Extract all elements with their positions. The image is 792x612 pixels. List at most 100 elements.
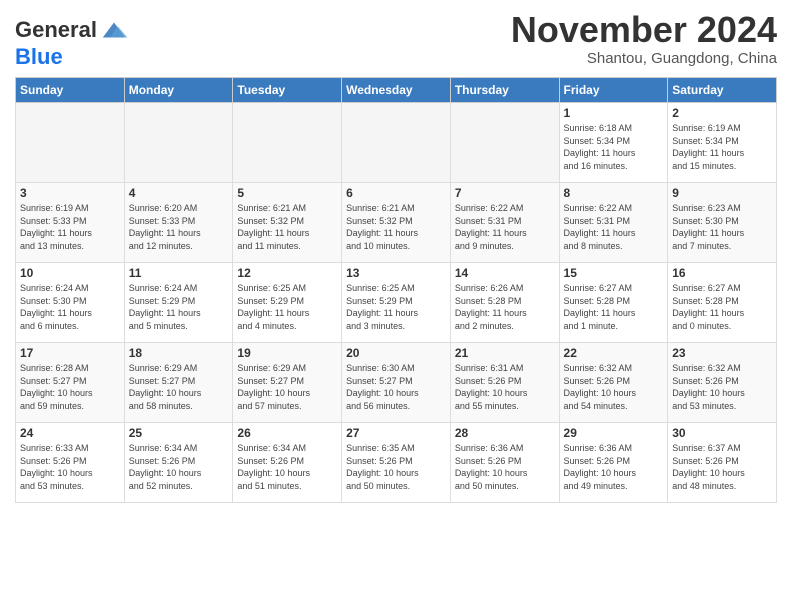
day-info: Sunrise: 6:27 AM Sunset: 5:28 PM Dayligh… [564,282,664,332]
day-number: 29 [564,426,664,440]
day-number: 3 [20,186,120,200]
day-number: 9 [672,186,772,200]
day-number: 14 [455,266,555,280]
calendar-day-cell: 5 Sunrise: 6:21 AM Sunset: 5:32 PM Daylig… [233,183,342,263]
day-info: Sunrise: 6:35 AM Sunset: 5:26 PM Dayligh… [346,442,446,492]
day-number: 27 [346,426,446,440]
calendar-day-cell [16,103,125,183]
calendar-week-row: 10 Sunrise: 6:24 AM Sunset: 5:30 PM Dayli… [16,263,777,343]
day-number: 28 [455,426,555,440]
calendar-week-row: 1 Sunrise: 6:18 AM Sunset: 5:34 PM Daylig… [16,103,777,183]
calendar-day-cell: 29 Sunrise: 6:36 AM Sunset: 5:26 PM Dayli… [559,423,668,503]
calendar-day-cell: 13Sunrise: 6:25 AM Sunset: 5:29 PM Dayli… [342,263,451,343]
day-number: 6 [346,186,446,200]
calendar-day-cell: 10 Sunrise: 6:24 AM Sunset: 5:30 PM Dayli… [16,263,125,343]
calendar-day-cell: 17 Sunrise: 6:28 AM Sunset: 5:27 PM Dayli… [16,343,125,423]
day-number: 12 [237,266,337,280]
calendar-day-cell: 24 Sunrise: 6:33 AM Sunset: 5:26 PM Dayli… [16,423,125,503]
calendar-day-cell [450,103,559,183]
calendar-day-cell: 12Sunrise: 6:25 AM Sunset: 5:29 PM Dayli… [233,263,342,343]
weekday-header: Tuesday [233,78,342,103]
day-number: 1 [564,106,664,120]
day-number: 5 [237,186,337,200]
calendar-day-cell: 9Sunrise: 6:23 AM Sunset: 5:30 PM Daylig… [668,183,777,263]
weekday-header: Friday [559,78,668,103]
day-info: Sunrise: 6:24 AM Sunset: 5:29 PM Dayligh… [129,282,229,332]
day-number: 17 [20,346,120,360]
calendar-day-cell: 14 Sunrise: 6:26 AM Sunset: 5:28 PM Dayli… [450,263,559,343]
day-info: Sunrise: 6:21 AM Sunset: 5:32 PM Dayligh… [237,202,337,252]
calendar-day-cell: 28 Sunrise: 6:36 AM Sunset: 5:26 PM Dayli… [450,423,559,503]
day-info: Sunrise: 6:25 AM Sunset: 5:29 PM Dayligh… [346,282,446,332]
calendar-day-cell: 15 Sunrise: 6:27 AM Sunset: 5:28 PM Dayli… [559,263,668,343]
calendar-day-cell: 26 Sunrise: 6:34 AM Sunset: 5:26 PM Dayli… [233,423,342,503]
day-number: 19 [237,346,337,360]
day-number: 22 [564,346,664,360]
calendar-day-cell: 3 Sunrise: 6:19 AM Sunset: 5:33 PM Daylig… [16,183,125,263]
day-info: Sunrise: 6:20 AM Sunset: 5:33 PM Dayligh… [129,202,229,252]
weekday-header: Wednesday [342,78,451,103]
day-number: 26 [237,426,337,440]
calendar-day-cell [233,103,342,183]
calendar-day-cell: 21Sunrise: 6:31 AM Sunset: 5:26 PM Dayli… [450,343,559,423]
day-info: Sunrise: 6:22 AM Sunset: 5:31 PM Dayligh… [564,202,664,252]
calendar-day-cell: 2 Sunrise: 6:19 AM Sunset: 5:34 PM Daylig… [668,103,777,183]
calendar-day-cell: 1 Sunrise: 6:18 AM Sunset: 5:34 PM Daylig… [559,103,668,183]
calendar-table: SundayMondayTuesdayWednesdayThursdayFrid… [15,77,777,503]
calendar-day-cell: 23 Sunrise: 6:32 AM Sunset: 5:26 PM Dayli… [668,343,777,423]
day-number: 23 [672,346,772,360]
logo: General Blue [15,15,129,69]
day-number: 25 [129,426,229,440]
calendar-day-cell: 20 Sunrise: 6:30 AM Sunset: 5:27 PM Dayli… [342,343,451,423]
calendar-day-cell: 25 Sunrise: 6:34 AM Sunset: 5:26 PM Dayli… [124,423,233,503]
weekday-header-row: SundayMondayTuesdayWednesdayThursdayFrid… [16,78,777,103]
day-info: Sunrise: 6:27 AM Sunset: 5:28 PM Dayligh… [672,282,772,332]
location-subtitle: Shantou, Guangdong, China [511,50,777,67]
day-number: 4 [129,186,229,200]
day-info: Sunrise: 6:34 AM Sunset: 5:26 PM Dayligh… [237,442,337,492]
day-info: Sunrise: 6:36 AM Sunset: 5:26 PM Dayligh… [564,442,664,492]
day-info: Sunrise: 6:19 AM Sunset: 5:34 PM Dayligh… [672,122,772,172]
day-number: 18 [129,346,229,360]
calendar-day-cell [342,103,451,183]
calendar-day-cell: 4 Sunrise: 6:20 AM Sunset: 5:33 PM Daylig… [124,183,233,263]
logo-icon [99,15,129,45]
day-number: 11 [129,266,229,280]
calendar-day-cell: 19Sunrise: 6:29 AM Sunset: 5:27 PM Dayli… [233,343,342,423]
calendar-day-cell: 27 Sunrise: 6:35 AM Sunset: 5:26 PM Dayli… [342,423,451,503]
day-info: Sunrise: 6:37 AM Sunset: 5:26 PM Dayligh… [672,442,772,492]
day-info: Sunrise: 6:26 AM Sunset: 5:28 PM Dayligh… [455,282,555,332]
day-number: 2 [672,106,772,120]
day-number: 16 [672,266,772,280]
day-number: 15 [564,266,664,280]
weekday-header: Monday [124,78,233,103]
day-info: Sunrise: 6:24 AM Sunset: 5:30 PM Dayligh… [20,282,120,332]
month-title: November 2024 [511,10,777,50]
weekday-header: Saturday [668,78,777,103]
weekday-header: Thursday [450,78,559,103]
day-info: Sunrise: 6:22 AM Sunset: 5:31 PM Dayligh… [455,202,555,252]
calendar-day-cell: 7 Sunrise: 6:22 AM Sunset: 5:31 PM Daylig… [450,183,559,263]
calendar-week-row: 24 Sunrise: 6:33 AM Sunset: 5:26 PM Dayli… [16,423,777,503]
day-number: 24 [20,426,120,440]
calendar-day-cell [124,103,233,183]
day-number: 10 [20,266,120,280]
calendar-day-cell: 30Sunrise: 6:37 AM Sunset: 5:26 PM Dayli… [668,423,777,503]
day-number: 20 [346,346,446,360]
day-info: Sunrise: 6:34 AM Sunset: 5:26 PM Dayligh… [129,442,229,492]
logo-blue: Blue [15,45,129,69]
weekday-header: Sunday [16,78,125,103]
day-info: Sunrise: 6:33 AM Sunset: 5:26 PM Dayligh… [20,442,120,492]
day-info: Sunrise: 6:36 AM Sunset: 5:26 PM Dayligh… [455,442,555,492]
calendar-week-row: 17 Sunrise: 6:28 AM Sunset: 5:27 PM Dayli… [16,343,777,423]
day-info: Sunrise: 6:18 AM Sunset: 5:34 PM Dayligh… [564,122,664,172]
day-info: Sunrise: 6:32 AM Sunset: 5:26 PM Dayligh… [672,362,772,412]
day-info: Sunrise: 6:30 AM Sunset: 5:27 PM Dayligh… [346,362,446,412]
day-info: Sunrise: 6:28 AM Sunset: 5:27 PM Dayligh… [20,362,120,412]
title-section: November 2024 Shantou, Guangdong, China [511,10,777,67]
calendar-day-cell: 11 Sunrise: 6:24 AM Sunset: 5:29 PM Dayli… [124,263,233,343]
day-number: 7 [455,186,555,200]
day-number: 8 [564,186,664,200]
day-info: Sunrise: 6:19 AM Sunset: 5:33 PM Dayligh… [20,202,120,252]
calendar-day-cell: 16 Sunrise: 6:27 AM Sunset: 5:28 PM Dayli… [668,263,777,343]
